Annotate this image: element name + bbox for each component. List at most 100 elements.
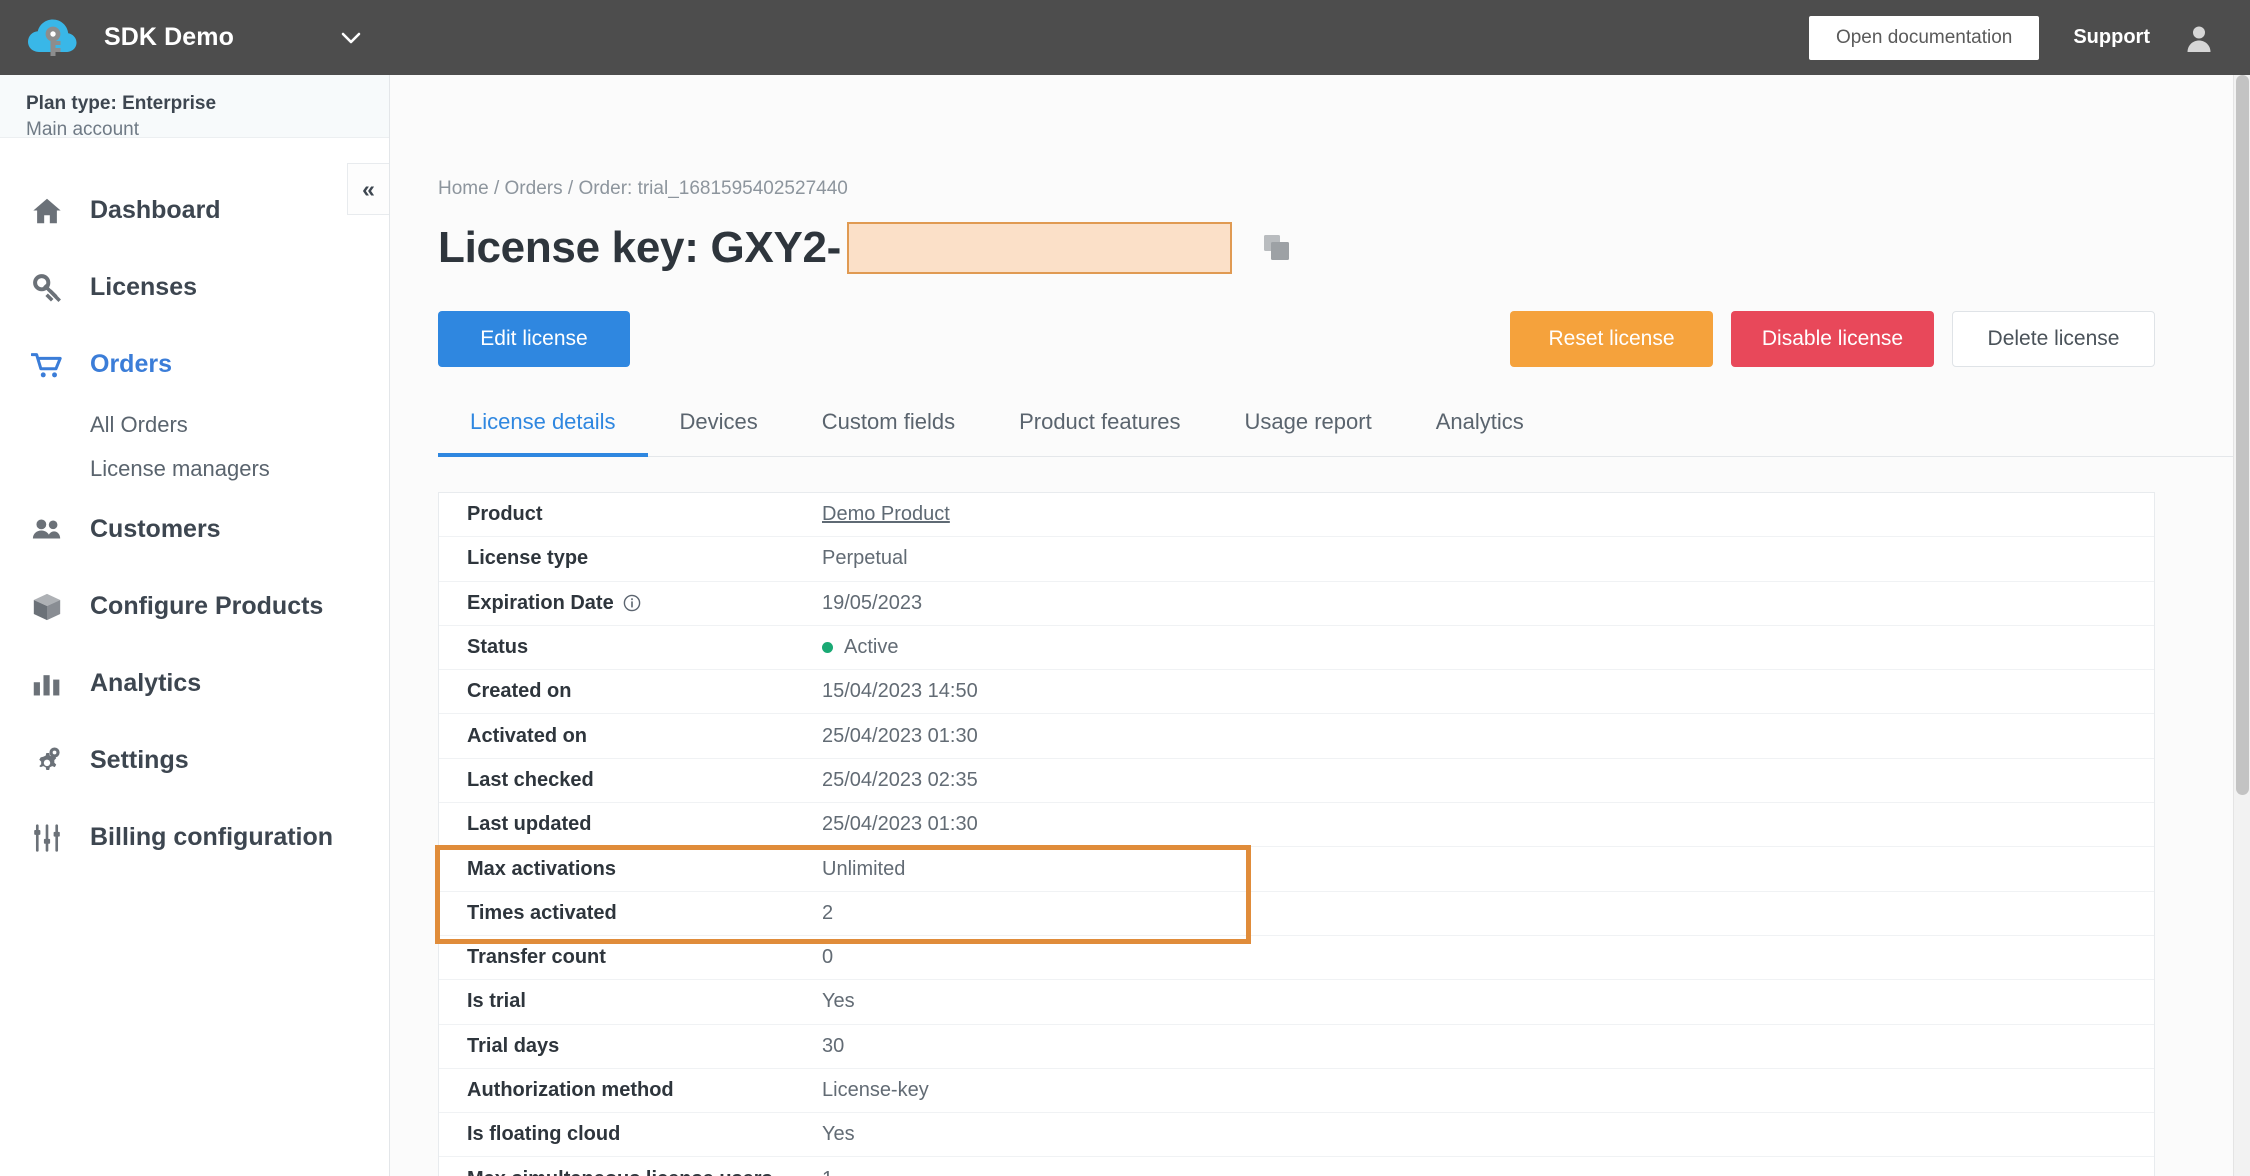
sidebar-subitem-license-managers[interactable]: License managers [0, 447, 389, 491]
row-label: Expiration Date [467, 592, 822, 615]
row-value: 30 [822, 1034, 845, 1057]
users-icon [30, 513, 64, 547]
sidebar-item-label: Analytics [90, 669, 202, 697]
sidebar-item-licenses[interactable]: Licenses [0, 249, 389, 326]
row-label: Trial days [467, 1034, 560, 1057]
page-scrollbar[interactable] [2233, 75, 2250, 1176]
disable-license-button[interactable]: Disable license [1731, 311, 1934, 367]
sidebar-item-analytics[interactable]: Analytics [0, 645, 389, 722]
sidebar-item-label: Billing configuration [90, 823, 334, 851]
breadcrumb-sep: / [562, 178, 579, 199]
tab-usage-report[interactable]: Usage report [1213, 395, 1404, 457]
table-row-max-activations: Max activations Unlimited [439, 847, 2154, 892]
table-row: License type Perpetual [439, 537, 2154, 582]
table-row: Activated on 25/04/2023 01:30 [439, 714, 2154, 759]
row-label: Authorization method [467, 1079, 674, 1101]
gears-icon [30, 744, 64, 778]
table-row: Transfer count 0 [439, 936, 2154, 981]
row-label-text: Expiration Date [467, 591, 614, 614]
delete-license-button[interactable]: Delete license [1952, 311, 2155, 367]
sidebar-item-customers[interactable]: Customers [0, 491, 389, 568]
table-row: Is floating cloud Yes [439, 1113, 2154, 1158]
row-value: 25/04/2023 01:30 [822, 724, 978, 747]
row-value: 15/04/2023 14:50 [822, 680, 978, 703]
row-label: Is floating cloud [467, 1123, 621, 1146]
sidebar-item-configure-products[interactable]: Configure Products [0, 568, 389, 645]
box-icon [30, 590, 64, 624]
topbar-right-group: Open documentation Support [1808, 15, 2250, 60]
plan-type-label: Plan type: Enterprise [26, 93, 217, 114]
row-value: Perpetual [822, 547, 908, 570]
sidebar-item-label: Dashboard [90, 196, 221, 224]
bar-chart-icon [30, 667, 64, 701]
tab-custom-fields[interactable]: Custom fields [790, 395, 987, 457]
scrollbar-thumb[interactable] [2236, 75, 2249, 795]
status-dot-icon [822, 642, 833, 654]
product-link[interactable]: Demo Product [822, 503, 950, 526]
sidebar: Plan type: Enterprise Main account « Das… [0, 75, 390, 1176]
table-row: Authorization method License-key [439, 1069, 2154, 1114]
cart-icon [30, 348, 64, 382]
home-icon [30, 194, 64, 228]
copy-icon[interactable] [1262, 233, 1292, 263]
reset-license-button[interactable]: Reset license [1510, 311, 1713, 367]
page-title: License key: GXY2- [438, 223, 842, 272]
sidebar-nav: Dashboard Licenses Orders All Orders Lic… [0, 138, 389, 876]
breadcrumb-home[interactable]: Home [438, 178, 489, 199]
row-label: Last checked [467, 768, 594, 791]
table-row: Expiration Date 19/05/2023 [439, 582, 2154, 626]
table-row: Trial days 30 [439, 1025, 2154, 1069]
breadcrumb-current: Order: trial_1681595402527440 [578, 178, 848, 199]
destructive-actions-group: Reset license Disable license Delete lic… [1510, 311, 2155, 367]
key-icon [30, 271, 64, 305]
row-label: Status [467, 636, 529, 659]
sidebar-item-billing-configuration[interactable]: Billing configuration [0, 799, 389, 876]
row-label: Product [467, 503, 543, 526]
open-documentation-button[interactable]: Open documentation [1808, 15, 2040, 60]
row-label: Transfer count [467, 946, 606, 969]
table-row: Last checked 25/04/2023 02:35 [439, 759, 2154, 804]
tab-product-features[interactable]: Product features [987, 395, 1212, 457]
top-bar: SDK Demo Open documentation Support [0, 0, 2250, 75]
table-row-times-activated: Times activated 2 [439, 892, 2154, 936]
info-icon[interactable] [623, 594, 641, 612]
user-avatar-icon[interactable] [2184, 23, 2214, 53]
sidebar-collapse-button[interactable]: « [347, 163, 389, 215]
row-value: License-key [822, 1079, 929, 1101]
tab-analytics[interactable]: Analytics [1404, 395, 1556, 457]
tab-license-details[interactable]: License details [438, 395, 648, 457]
sidebar-item-label: Configure Products [90, 592, 324, 620]
sidebar-item-label: Customers [90, 515, 221, 543]
tab-bar: License details Devices Custom fields Pr… [438, 395, 2250, 457]
row-value: 25/04/2023 02:35 [822, 768, 978, 791]
support-link[interactable]: Support [2073, 26, 2150, 49]
sidebar-item-label: Orders [90, 350, 172, 378]
breadcrumb: Home / Orders / Order: trial_16815954025… [438, 75, 2250, 200]
brand-zone[interactable]: SDK Demo [0, 0, 390, 75]
edit-license-button[interactable]: Edit license [438, 311, 630, 367]
table-row: Max simultaneous license users 1 [439, 1157, 2154, 1176]
breadcrumb-orders[interactable]: Orders [505, 178, 563, 199]
row-value: Yes [822, 1123, 855, 1146]
license-key-redacted-field[interactable] [847, 222, 1233, 274]
table-row: Product Demo Product [439, 493, 2154, 538]
tab-devices[interactable]: Devices [648, 395, 790, 457]
row-value: 1 [822, 1168, 833, 1176]
row-value: 2 [822, 901, 834, 924]
table-row: Status Active [439, 626, 2154, 671]
action-row: Edit license Reset license Disable licen… [438, 311, 2250, 367]
status-badge: Active [822, 636, 898, 659]
row-label: Last updated [467, 813, 592, 836]
sidebar-item-dashboard[interactable]: Dashboard [0, 172, 389, 249]
table-row: Is trial Yes [439, 980, 2154, 1025]
sidebar-item-settings[interactable]: Settings [0, 722, 389, 799]
row-label: Is trial [467, 990, 526, 1013]
sidebar-item-label: Settings [90, 746, 189, 774]
chevron-down-icon[interactable] [338, 25, 364, 51]
license-details-panel: Product Demo Product License type Perpet… [435, 492, 2155, 1176]
sidebar-item-label: Licenses [90, 273, 198, 301]
status-text: Active [844, 636, 899, 659]
plan-info-box: Plan type: Enterprise Main account [0, 75, 389, 140]
sidebar-item-orders[interactable]: Orders [0, 326, 389, 403]
sidebar-subitem-all-orders[interactable]: All Orders [0, 403, 389, 447]
